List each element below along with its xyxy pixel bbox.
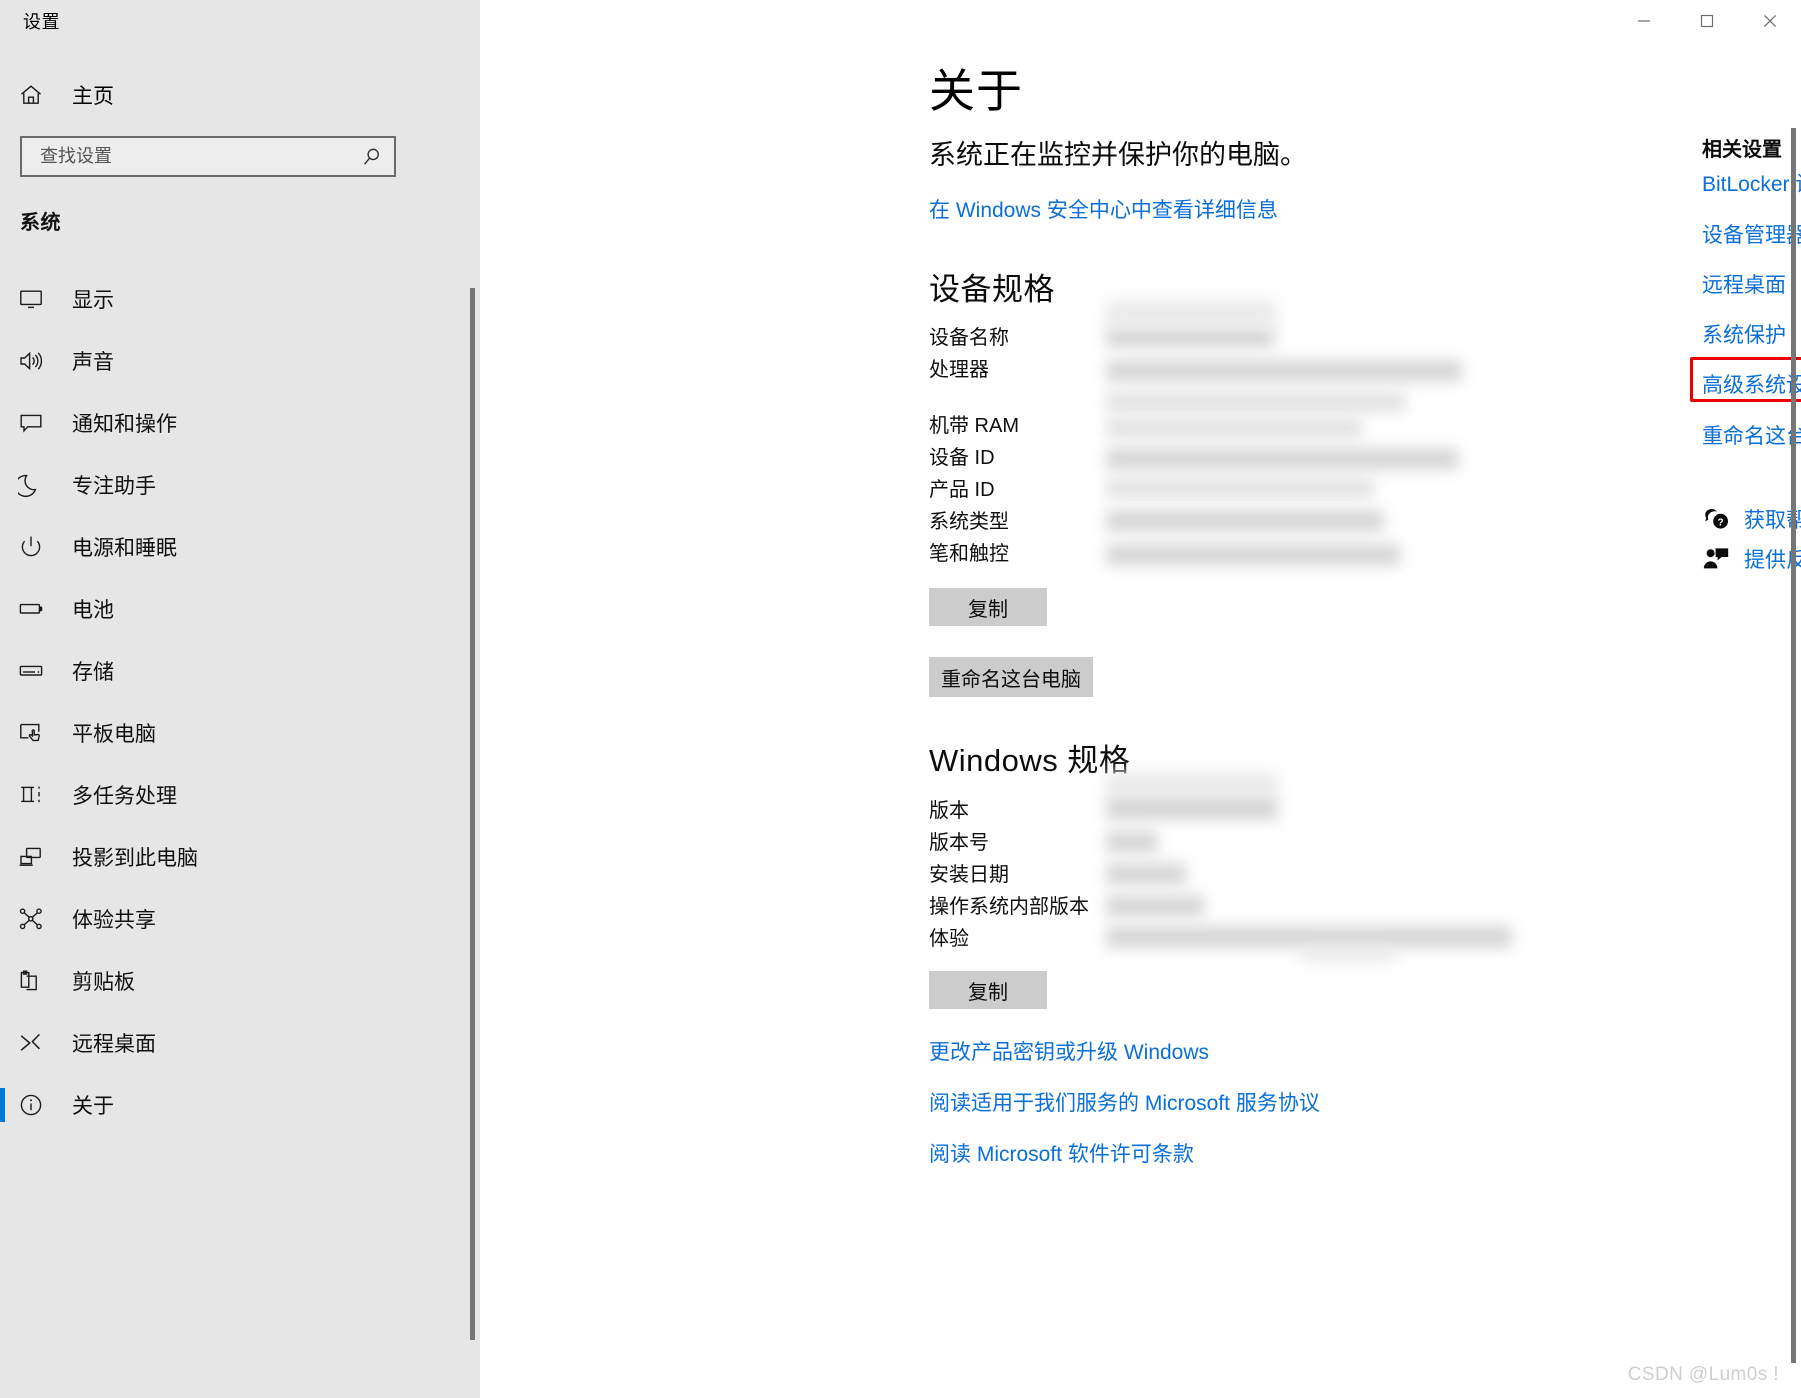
info-icon — [18, 1092, 62, 1118]
sidebar-item-label: 专注助手 — [72, 475, 156, 498]
windows-spec-labels: 版本 版本号 安装日期 操作系统内部版本 体验 — [929, 795, 1089, 955]
sidebar-item-home-label: 主页 — [72, 85, 114, 108]
spec-label: 处理器 — [929, 359, 989, 381]
sidebar-item-projecting[interactable]: 投影到此电脑 — [0, 826, 460, 888]
sidebar-item-tablet[interactable]: 平板电脑 — [0, 702, 460, 764]
search-box[interactable] — [20, 136, 396, 177]
microsoft-software-license-link[interactable]: 阅读 Microsoft 软件许可条款 — [929, 1138, 1194, 1168]
sidebar-item-shared-experiences[interactable]: 体验共享 — [0, 888, 460, 950]
sidebar-scrollbar-thumb[interactable] — [470, 288, 475, 1340]
maximize-button[interactable] — [1675, 0, 1738, 42]
windows-security-link[interactable]: 在 Windows 安全中心中查看详细信息 — [929, 194, 1278, 224]
sidebar-item-clipboard[interactable]: 剪贴板 — [0, 950, 460, 1012]
sidebar-item-battery[interactable]: 电池 — [0, 578, 460, 640]
sidebar-item-focus-assist[interactable]: 专注助手 — [0, 454, 460, 516]
sidebar-category-heading: 系统 — [20, 212, 61, 234]
system-protection-link[interactable]: 系统保护 — [1702, 319, 1786, 349]
sidebar: 设置 主页 系统 — [0, 0, 480, 1398]
spec-label: 笔和触控 — [929, 543, 1009, 565]
main-scrollbar-thumb[interactable] — [1791, 128, 1796, 1363]
sidebar-item-label: 声音 — [72, 351, 114, 374]
sidebar-item-label: 通知和操作 — [72, 413, 177, 436]
sidebar-item-remote-desktop[interactable]: 远程桌面 — [0, 1012, 460, 1074]
window-controls — [1612, 0, 1801, 44]
main-content: 关于 系统正在监控并保护你的电脑。 在 Windows 安全中心中查看详细信息 … — [480, 0, 1801, 1398]
spec-label: 系统类型 — [929, 511, 1009, 533]
sidebar-item-display[interactable]: 显示 — [0, 268, 460, 330]
moon-icon — [18, 472, 62, 498]
sidebar-item-storage[interactable]: 存储 — [0, 640, 460, 702]
main-scrollbar[interactable] — [1784, 0, 1801, 1398]
storage-icon — [18, 658, 62, 684]
watermark: CSDN @Lum0s ! — [1627, 1364, 1779, 1385]
sidebar-nav-list: 显示 声音 通知和操作 专注助手 电源和睡眠 电池 存储 平板电脑 多任务处理 … — [0, 268, 460, 1136]
sidebar-item-about[interactable]: 关于 — [0, 1074, 460, 1136]
sidebar-item-power-sleep[interactable]: 电源和睡眠 — [0, 516, 460, 578]
device-spec-labels: 设备名称 处理器 机带 RAM 设备 ID 产品 ID 系统类型 笔和触控 — [929, 322, 1019, 570]
sidebar-item-label: 电池 — [72, 599, 114, 622]
sidebar-item-label: 存储 — [72, 661, 114, 684]
power-icon — [18, 534, 62, 560]
copy-device-spec-button[interactable]: 复制 — [929, 588, 1047, 626]
page-subtitle: 系统正在监控并保护你的电脑。 — [929, 140, 1307, 170]
battery-icon — [18, 596, 62, 622]
speaker-icon — [18, 348, 62, 374]
change-product-key-link[interactable]: 更改产品密钥或升级 Windows — [929, 1036, 1209, 1066]
search-icon[interactable] — [350, 146, 394, 168]
clipboard-icon — [18, 968, 62, 994]
copy-windows-spec-button[interactable]: 复制 — [929, 971, 1047, 1009]
sidebar-item-multitasking[interactable]: 多任务处理 — [0, 764, 460, 826]
svg-text:?: ? — [1718, 517, 1724, 528]
page-title: 关于 — [929, 65, 1023, 117]
monitor-icon — [18, 286, 62, 312]
spec-label: 安装日期 — [929, 864, 1009, 886]
spec-label: 版本 — [929, 800, 969, 822]
sidebar-item-home[interactable]: 主页 — [18, 72, 418, 118]
project-icon — [18, 844, 62, 870]
sidebar-item-label: 远程桌面 — [72, 1033, 156, 1056]
share-icon — [18, 906, 62, 932]
related-settings-heading: 相关设置 — [1702, 139, 1782, 161]
remote-desktop-icon — [18, 1030, 62, 1056]
sidebar-item-label: 体验共享 — [72, 909, 156, 932]
spec-label: 版本号 — [929, 832, 989, 854]
sidebar-item-label: 多任务处理 — [72, 785, 177, 808]
microsoft-services-agreement-link[interactable]: 阅读适用于我们服务的 Microsoft 服务协议 — [929, 1087, 1320, 1117]
tablet-icon — [18, 720, 62, 746]
spec-label: 产品 ID — [929, 479, 995, 501]
notification-icon — [18, 410, 62, 436]
rename-pc-button[interactable]: 重命名这台电脑 — [929, 657, 1093, 697]
home-icon — [18, 82, 62, 108]
spec-label: 设备名称 — [929, 327, 1009, 349]
sidebar-item-notifications[interactable]: 通知和操作 — [0, 392, 460, 454]
sidebar-item-label: 投影到此电脑 — [72, 847, 198, 870]
spec-label: 机带 RAM — [929, 415, 1019, 437]
app-title: 设置 — [23, 12, 60, 32]
sidebar-item-label: 关于 — [72, 1095, 114, 1118]
sidebar-item-label: 电源和睡眠 — [72, 537, 177, 560]
feedback-person-icon — [1702, 545, 1742, 573]
remote-desktop-link[interactable]: 远程桌面 — [1702, 269, 1786, 299]
spec-label: 操作系统内部版本 — [929, 896, 1089, 918]
search-input[interactable] — [22, 146, 350, 167]
spec-label: 体验 — [929, 928, 969, 950]
help-question-icon: ? — [1702, 505, 1742, 533]
spec-label: 设备 ID — [929, 447, 995, 469]
minimize-button[interactable] — [1612, 0, 1675, 42]
multitasking-icon — [18, 782, 62, 808]
sidebar-item-label: 剪贴板 — [72, 971, 135, 994]
settings-window: 设置 主页 系统 — [0, 0, 1801, 1398]
sidebar-item-label: 显示 — [72, 289, 114, 312]
windows-spec-heading: Windows 规格 — [929, 743, 1131, 778]
device-spec-heading: 设备规格 — [929, 272, 1055, 307]
sidebar-item-sound[interactable]: 声音 — [0, 330, 460, 392]
sidebar-item-label: 平板电脑 — [72, 723, 156, 746]
